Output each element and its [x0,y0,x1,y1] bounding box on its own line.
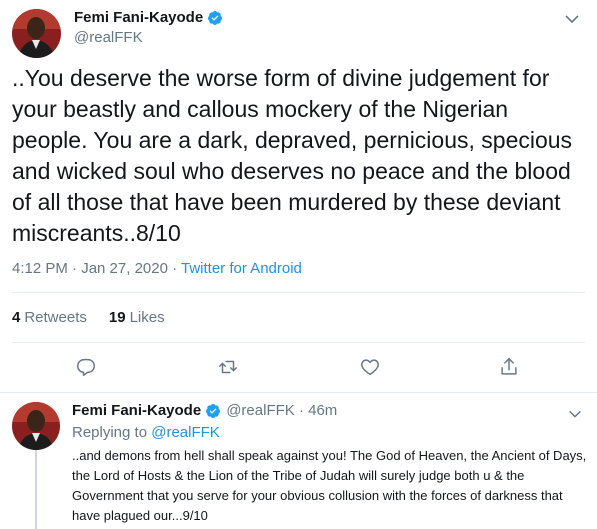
display-name[interactable]: Femi Fani-Kayode [74,9,203,26]
likes-count: 19 [108,309,126,326]
like-icon[interactable] [359,356,381,378]
likes-stat[interactable]: 19 Likes [109,309,165,326]
verified-badge-icon [207,10,223,26]
retweets-stat[interactable]: 4 Retweets [12,309,87,326]
replying-to-mention[interactable]: @realFFK [151,424,220,441]
likes-label: Likes [129,309,165,326]
divider [12,292,585,293]
engagement-stats: 4 Retweets 19 Likes [12,309,165,326]
retweet-icon[interactable] [217,356,239,378]
replying-to-label: Replying to [72,424,152,441]
reply-tweet[interactable]: Femi Fani-Kayode @realFFK · 46m Replying… [0,394,597,529]
share-icon[interactable] [498,356,520,378]
reply-text: ..and demons from hell shall speak again… [72,448,587,523]
retweets-count: 4 [12,309,21,326]
thread-line [35,450,37,529]
tweet-text: ..You deserve the worse form of divine j… [12,65,573,246]
action-bar [0,356,597,380]
reply-display-name[interactable]: Femi Fani-Kayode [72,402,201,419]
divider [12,342,585,343]
chevron-down-icon[interactable] [563,10,581,28]
avatar[interactable] [12,9,61,58]
retweets-label: Retweets [24,309,87,326]
main-tweet: Femi Fani-Kayode @realFFK ..You deserve … [0,0,597,393]
tweet-source-link[interactable]: Twitter for Android [181,260,302,277]
chevron-down-icon[interactable] [567,406,583,422]
reply-handle-time[interactable]: @realFFK · 46m [226,402,337,419]
reply-icon[interactable] [75,356,97,378]
reply-avatar[interactable] [12,402,60,450]
author-block: Femi Fani-Kayode @realFFK [74,9,223,46]
replying-to: Replying to @realFFK [72,424,220,441]
handle[interactable]: @realFFK [74,29,223,46]
reply-header: Femi Fani-Kayode @realFFK · 46m [72,402,337,419]
tweet-timestamp[interactable]: 4:12 PM · Jan 27, 2020 · [12,260,181,277]
tweet-meta: 4:12 PM · Jan 27, 2020 · Twitter for And… [12,260,302,277]
verified-badge-icon [205,403,221,419]
